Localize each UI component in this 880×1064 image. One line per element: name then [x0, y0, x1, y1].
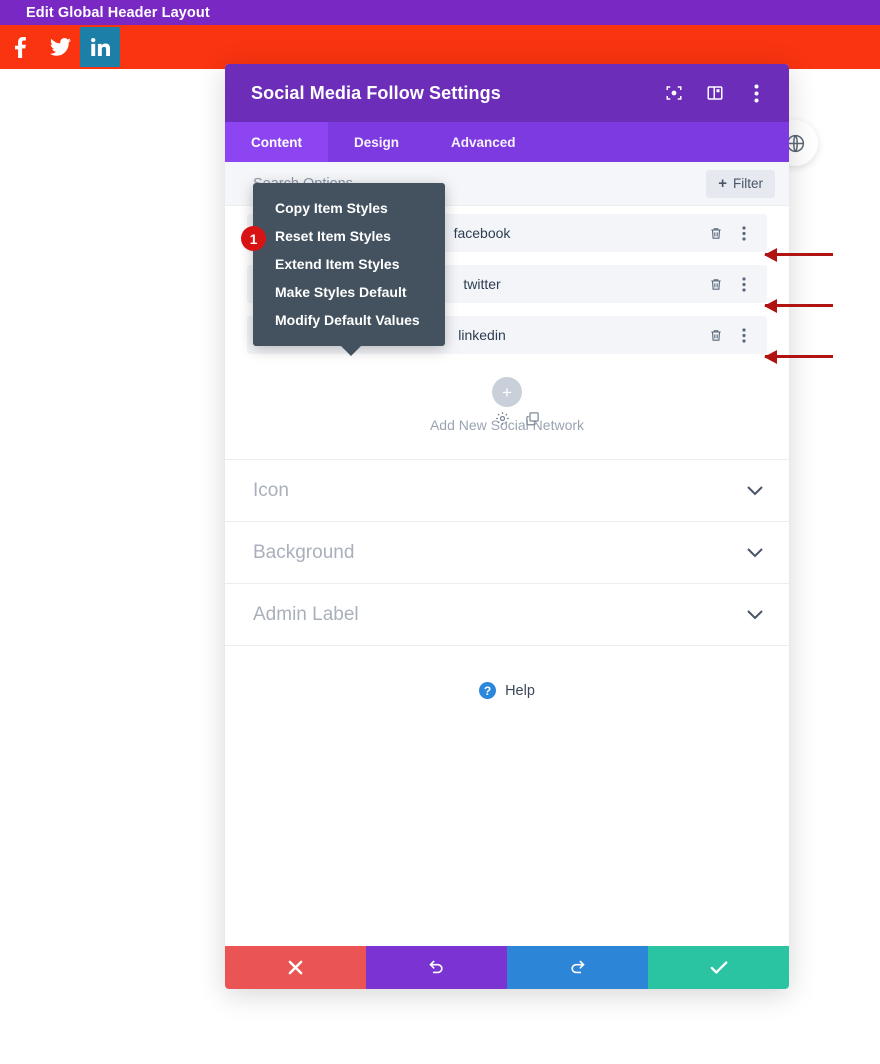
site-header — [0, 25, 880, 69]
trash-icon[interactable] — [707, 275, 725, 293]
trash-icon[interactable] — [707, 224, 725, 242]
add-plus-icon[interactable]: + — [492, 377, 522, 407]
undo-icon — [428, 959, 445, 976]
social-link-facebook[interactable] — [0, 27, 40, 67]
more-vertical-icon[interactable] — [735, 275, 753, 293]
chevron-down-icon[interactable] — [747, 547, 763, 558]
accordion-label: Icon — [253, 479, 289, 501]
tab-design[interactable]: Design — [328, 122, 425, 162]
help-label: Help — [505, 682, 535, 699]
social-row-actions — [707, 224, 753, 242]
close-icon — [288, 960, 303, 975]
accordion-background[interactable]: Background — [225, 522, 789, 584]
menu-item-copy-item-styles[interactable]: Copy Item Styles — [253, 194, 445, 222]
check-icon — [710, 960, 728, 975]
duplicate-icon[interactable] — [523, 409, 541, 427]
menu-item-modify-default-values[interactable]: Modify Default Values — [253, 306, 445, 334]
annotation-arrow-facebook-row — [764, 247, 833, 262]
dropdown-pointer — [340, 345, 362, 356]
help-icon[interactable]: ? — [479, 682, 497, 699]
modal-footer — [225, 946, 789, 989]
modal-titlebar-actions — [663, 82, 767, 104]
cancel-button[interactable] — [225, 946, 366, 989]
filter-button[interactable]: + Filter — [706, 169, 775, 198]
menu-item-reset-item-styles[interactable]: Reset Item Styles — [253, 222, 445, 250]
social-follow-module — [0, 27, 120, 67]
annotation-arrow-linkedin-row — [764, 349, 833, 364]
more-vertical-icon[interactable] — [735, 224, 753, 242]
social-row-actions — [707, 275, 753, 293]
accordion-label: Admin Label — [253, 603, 359, 625]
accordion-icon[interactable]: Icon — [225, 460, 789, 522]
layout-panel-icon[interactable] — [704, 82, 726, 104]
modal-titlebar: Social Media Follow Settings — [225, 64, 789, 122]
twitter-icon — [49, 38, 71, 56]
redo-icon — [569, 959, 586, 976]
admin-bar-title: Edit Global Header Layout — [26, 4, 210, 21]
save-button[interactable] — [648, 946, 789, 989]
chevron-down-icon[interactable] — [747, 485, 763, 496]
social-link-linkedin[interactable] — [80, 27, 120, 67]
modal-title: Social Media Follow Settings — [251, 82, 501, 103]
accordion-admin-label[interactable]: Admin Label — [225, 584, 789, 646]
focus-icon[interactable] — [663, 82, 685, 104]
accordion-label: Background — [253, 541, 355, 563]
filter-button-label: Filter — [733, 176, 763, 191]
chevron-down-icon[interactable] — [747, 609, 763, 620]
facebook-icon — [14, 36, 26, 58]
gear-icon[interactable] — [493, 409, 511, 427]
step-badge-1: 1 — [241, 226, 266, 251]
more-vertical-icon[interactable] — [735, 326, 753, 344]
social-link-twitter[interactable] — [40, 27, 80, 67]
menu-item-make-styles-default[interactable]: Make Styles Default — [253, 278, 445, 306]
plus-icon: + — [718, 175, 727, 192]
linkedin-icon — [90, 38, 110, 56]
row-inline-icons — [493, 409, 541, 427]
undo-button[interactable] — [366, 946, 507, 989]
trash-icon[interactable] — [707, 326, 725, 344]
menu-item-extend-item-styles[interactable]: Extend Item Styles — [253, 250, 445, 278]
redo-button[interactable] — [507, 946, 648, 989]
tab-advanced[interactable]: Advanced — [425, 122, 542, 162]
item-styles-dropdown-menu: Copy Item Styles Reset Item Styles Exten… — [241, 183, 445, 356]
annotation-arrow-twitter-row — [764, 298, 833, 313]
tab-content[interactable]: Content — [225, 122, 328, 162]
help-row[interactable]: ? Help — [225, 646, 789, 699]
admin-bar: Edit Global Header Layout — [0, 0, 880, 25]
social-row-actions — [707, 326, 753, 344]
modal-tabs: Content Design Advanced — [225, 122, 789, 162]
more-vertical-icon[interactable] — [745, 82, 767, 104]
